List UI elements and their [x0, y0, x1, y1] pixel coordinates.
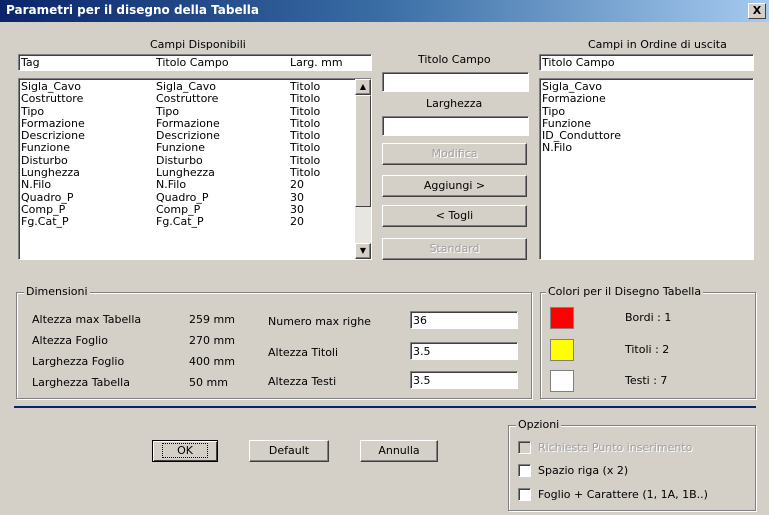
list-item-titolo: Costruttore	[156, 92, 219, 106]
list-scrollbar[interactable]: ▲ ▼	[355, 79, 371, 259]
testi-color-swatch[interactable]	[550, 370, 574, 392]
modifica-button[interactable]: Modifica	[382, 143, 527, 165]
larghezza-label: Larghezza	[426, 97, 483, 110]
spazio-riga-checkbox[interactable]	[518, 464, 531, 477]
larghezza-input[interactable]	[382, 116, 529, 136]
header-tag: Tag	[21, 56, 40, 69]
titoli-color-label: Titoli : 2	[625, 343, 670, 356]
output-header-titolo: Titolo Campo	[542, 56, 615, 69]
scroll-up-icon[interactable]: ▲	[355, 79, 371, 95]
available-header: Tag Titolo Campo Larg. mm	[18, 54, 372, 71]
list-item-titolo: N.Filo	[156, 178, 187, 192]
available-fields-title: Campi Disponibili	[150, 38, 246, 51]
altezza-titoli-input[interactable]: 3.5	[410, 342, 518, 360]
list-item[interactable]: Costruttore Costruttore Titolo	[21, 92, 351, 106]
output-fields-list[interactable]: Sigla_Cavo Formazione Tipo Funzione ID_Condu…	[539, 78, 754, 260]
list-item-larg: Titolo	[290, 141, 321, 155]
altezza-titoli-label: Altezza Titoli	[268, 346, 339, 359]
colori-label: Colori per il Disegno Tabella	[546, 285, 704, 298]
titoli-color-swatch[interactable]	[550, 339, 574, 361]
richiesta-punto-checkbox[interactable]	[518, 441, 531, 454]
header-larg: Larg. mm	[290, 56, 343, 69]
larghezza-foglio-label: Larghezza Foglio	[32, 355, 125, 368]
larghezza-tabella-label: Larghezza Tabella	[32, 376, 130, 389]
scroll-thumb[interactable]	[355, 95, 371, 207]
testi-color-label: Testi : 7	[625, 374, 668, 387]
altezza-testi-label: Altezza Testi	[268, 375, 337, 388]
close-button[interactable]: X	[748, 3, 766, 19]
header-titolo-campo: Titolo Campo	[156, 56, 229, 69]
standard-button[interactable]: Standard	[382, 238, 527, 260]
output-fields-title: Campi in Ordine di uscita	[588, 38, 727, 51]
larghezza-tabella-value: 50 mm	[189, 376, 228, 389]
spazio-riga-label: Spazio riga (x 2)	[538, 464, 629, 477]
list-item-larg: 20	[290, 215, 304, 229]
altezza-max-tabella-label: Altezza max Tabella	[32, 313, 142, 326]
list-item-tag: Costruttore	[21, 92, 84, 106]
altezza-testi-input[interactable]: 3.5	[410, 371, 518, 389]
larghezza-foglio-value: 400 mm	[189, 355, 235, 368]
altezza-foglio-value: 270 mm	[189, 334, 235, 347]
ok-label: OK	[162, 443, 208, 458]
list-item[interactable]: N.Filo N.Filo 20	[21, 178, 351, 192]
annulla-button[interactable]: Annulla	[360, 440, 438, 462]
list-item-larg: 20	[290, 178, 304, 192]
list-item[interactable]: N.Filo	[542, 142, 621, 155]
aggiungi-button[interactable]: Aggiungi >	[382, 175, 527, 197]
altezza-max-tabella-value: 259 mm	[189, 313, 235, 326]
numero-max-righe-input[interactable]: 36	[410, 311, 518, 329]
bordi-color-label: Bordi : 1	[625, 311, 672, 324]
altezza-foglio-label: Altezza Foglio	[32, 334, 108, 347]
foglio-carattere-checkbox[interactable]	[518, 488, 531, 501]
scroll-down-icon[interactable]: ▼	[355, 243, 371, 259]
list-item[interactable]: Fg.Cat_P Fg.Cat_P 20	[21, 215, 351, 229]
list-item-titolo: Fg.Cat_P	[156, 215, 204, 229]
separator-line	[14, 406, 756, 408]
default-button[interactable]: Default	[249, 440, 329, 462]
opzioni-label: Opzioni	[516, 418, 562, 431]
list-item-tag: Fg.Cat_P	[21, 215, 69, 229]
list-item-tag: N.Filo	[21, 178, 52, 192]
ok-button[interactable]: OK	[152, 440, 218, 462]
numero-max-righe-label: Numero max righe	[268, 315, 371, 328]
list-item[interactable]: Formazione	[542, 92, 621, 105]
list-item-titolo: Funzione	[156, 141, 205, 155]
titolo-campo-label: Titolo Campo	[418, 53, 491, 66]
list-item[interactable]: Funzione Funzione Titolo	[21, 141, 351, 155]
window-title: Parametri per il disegno della Tabella	[6, 3, 259, 17]
bordi-color-swatch[interactable]	[550, 307, 574, 329]
togli-button[interactable]: < Togli	[382, 205, 527, 227]
list-item-larg: Titolo	[290, 92, 321, 106]
richiesta-punto-label: Richiesta Punto inserimento	[538, 441, 693, 454]
available-fields-list[interactable]: Sigla_Cavo Sigla_Cavo Titolo Costruttore Cos…	[18, 78, 372, 260]
output-header: Titolo Campo	[539, 54, 754, 71]
dimensioni-label: Dimensioni	[24, 285, 90, 298]
titolo-campo-input[interactable]	[382, 72, 529, 92]
list-item-tag: Funzione	[21, 141, 70, 155]
foglio-carattere-label: Foglio + Carattere (1, 1A, 1B..)	[538, 488, 708, 501]
title-bar: Parametri per il disegno della Tabella X	[0, 0, 769, 22]
